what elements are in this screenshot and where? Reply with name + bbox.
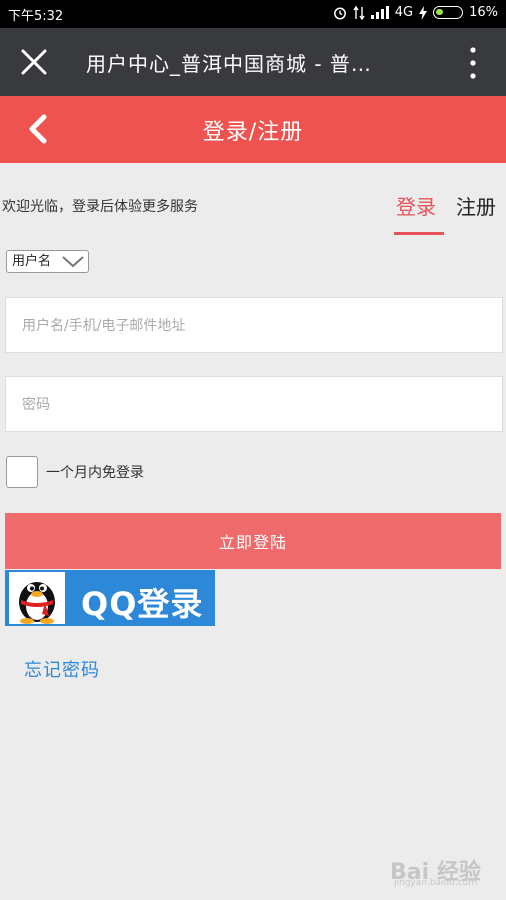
battery-icon: [433, 6, 464, 19]
username-input[interactable]: 用户名/手机/电子邮件地址: [5, 297, 503, 353]
welcome-text: 欢迎光临，登录后体验更多服务: [2, 199, 198, 215]
status-icons: 4G 16%: [333, 5, 498, 20]
signal-icon: [370, 6, 389, 19]
tab-register[interactable]: 注册: [456, 191, 496, 220]
page-header: 登录/注册: [0, 96, 506, 163]
more-vertical-icon[interactable]: [466, 46, 480, 80]
status-time: 下午5:32: [8, 9, 64, 24]
login-button[interactable]: 立即登陆: [5, 513, 501, 569]
qq-login-button[interactable]: QQ登录: [5, 570, 215, 626]
remember-checkbox[interactable]: [6, 456, 38, 488]
battery-percent: 16%: [469, 5, 498, 20]
page-title: 登录/注册: [202, 120, 304, 145]
baidu-jingyan-watermark: Bai 经验 jingyan.baidu.com: [390, 842, 502, 890]
network-type: 4G: [394, 5, 414, 20]
alarm-icon: [333, 7, 346, 19]
remember-label: 一个月内免登录: [46, 465, 144, 481]
charging-icon: [419, 5, 428, 20]
wechat-title-bar: 用户中心_普洱中国商城 - 普…: [0, 28, 506, 96]
password-placeholder: 密码: [22, 397, 50, 413]
login-type-value: 用户名: [12, 254, 52, 269]
watermark-sub: jingyan.baidu.com: [394, 878, 478, 888]
tab-active-indicator: [394, 232, 444, 235]
tab-login[interactable]: 登录: [396, 191, 436, 220]
password-input[interactable]: 密码: [5, 376, 503, 432]
close-icon[interactable]: [20, 48, 48, 76]
qq-penguin-icon: [9, 572, 65, 624]
data-arrows-icon: [353, 5, 365, 20]
wechat-page-title: 用户中心_普洱中国商城 - 普…: [86, 52, 372, 76]
forgot-password-link[interactable]: 忘记密码: [24, 656, 100, 682]
qq-login-label: QQ登录: [81, 585, 204, 623]
chevron-down-icon: [62, 256, 84, 268]
username-placeholder: 用户名/手机/电子邮件地址: [22, 318, 186, 334]
status-bar: 下午5:32 4G 16%: [0, 0, 506, 28]
login-type-select[interactable]: 用户名: [6, 250, 89, 273]
